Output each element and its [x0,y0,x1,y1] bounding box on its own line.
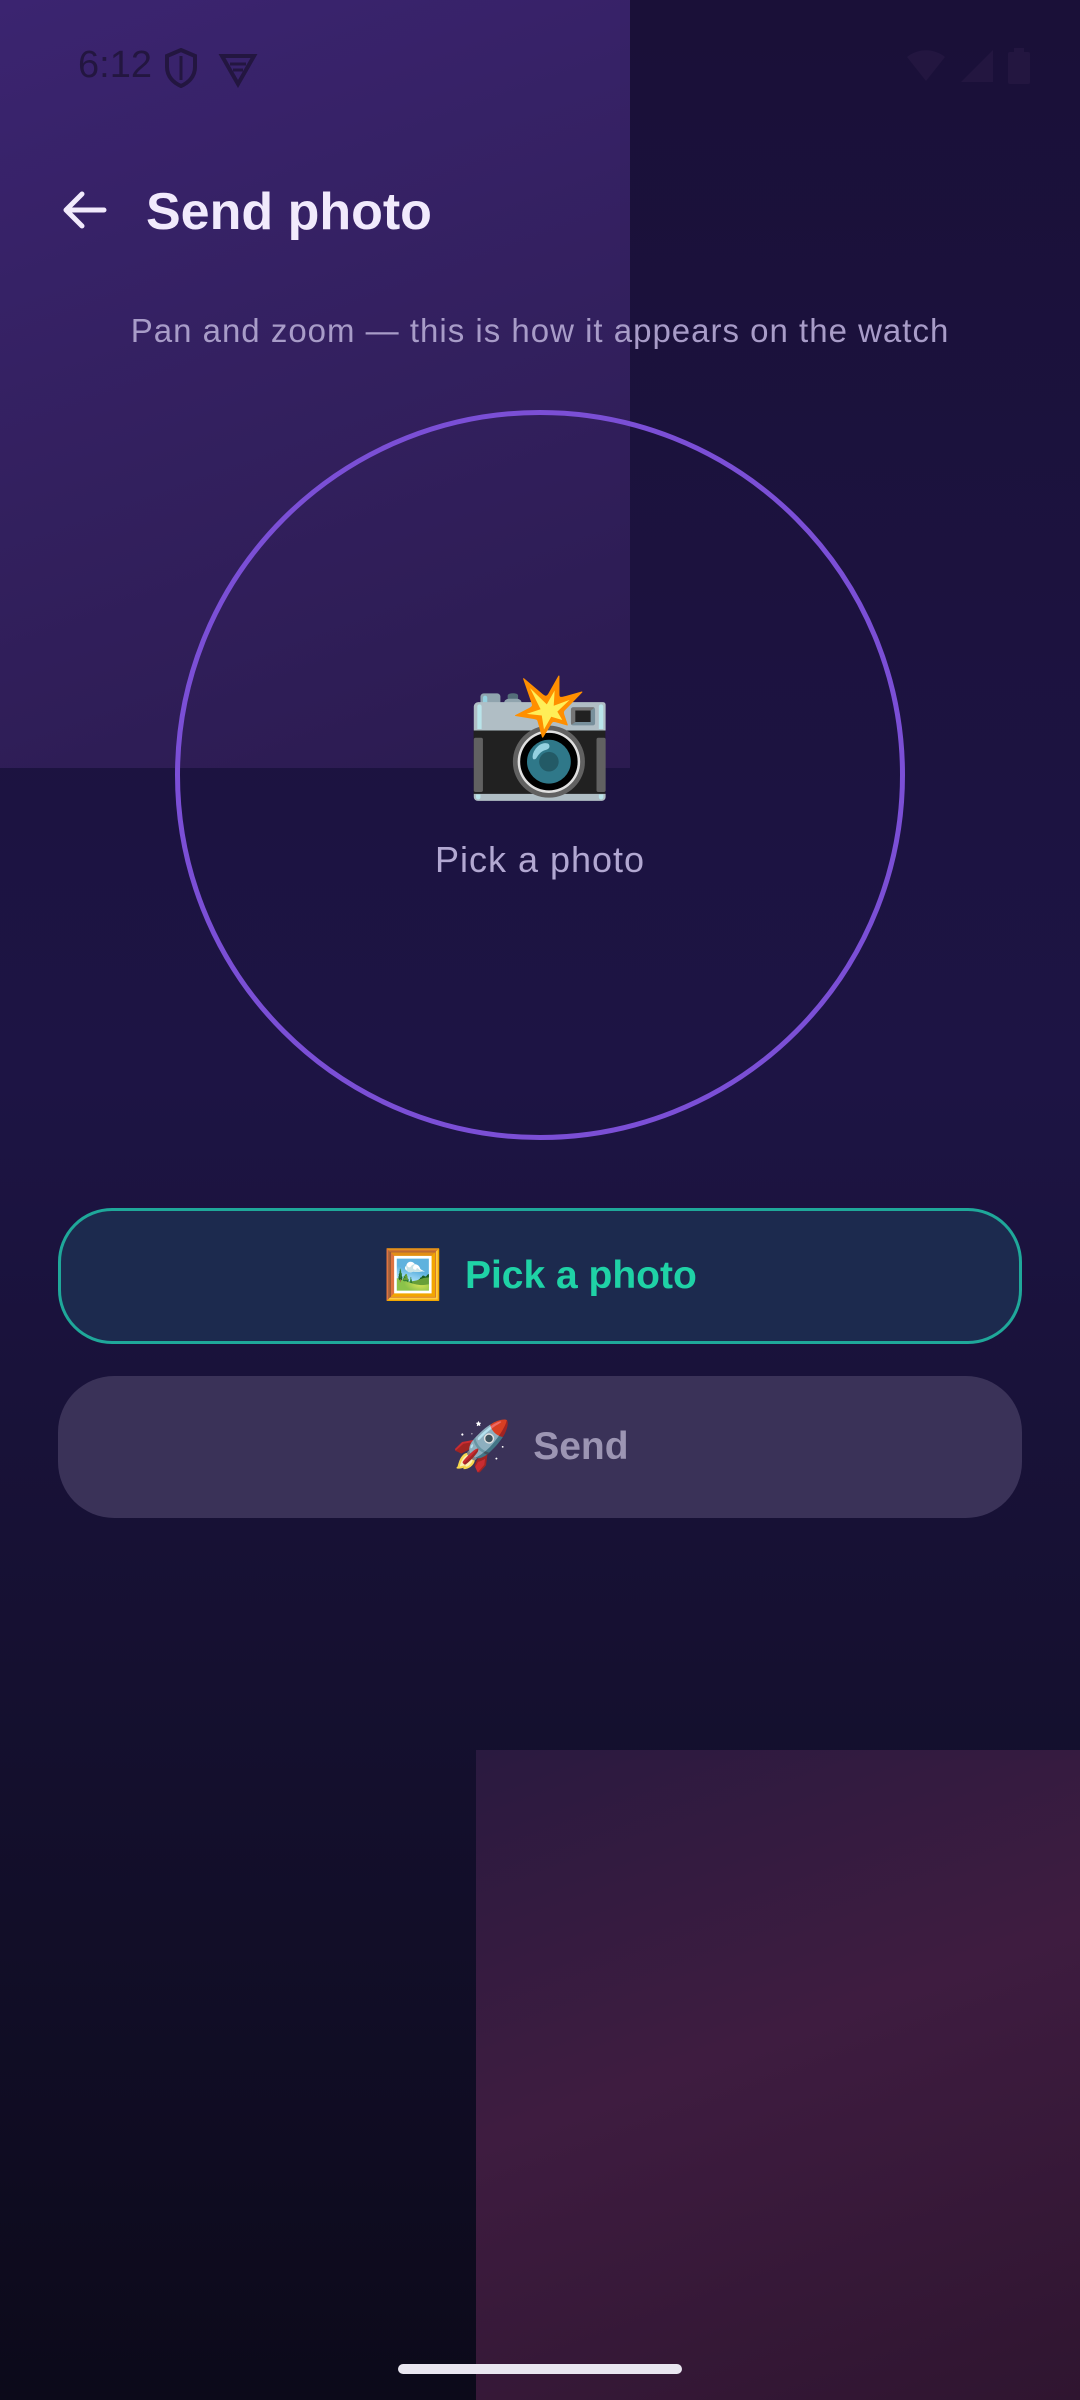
page-title: Send photo [146,183,432,241]
signal-icon [960,49,994,88]
status-icons-right [906,48,1030,89]
preview-hint: Pan and zoom — this is how it appears on… [130,312,950,349]
gesture-nav-handle[interactable] [398,2364,682,2374]
vpn-icon [218,48,258,93]
status-bar: 6:12 [0,0,1080,136]
preview-placeholder-label: Pick a photo [434,839,646,880]
battery-icon [1008,48,1030,89]
camera-flash-icon: 📸 [465,668,615,802]
rocket-icon: 🚀 [451,1420,512,1473]
status-time: 6:12 [78,44,152,86]
wifi-icon [906,49,946,88]
arrow-left-icon [60,186,108,239]
shield-icon [164,47,198,93]
pick-photo-label: Pick a photo [464,1254,697,1297]
watch-preview-circle[interactable]: 📸 Pick a photo [175,410,905,1140]
send-button[interactable]: 🚀 Send [58,1376,1022,1518]
framed-picture-icon: 🖼️ [383,1249,443,1302]
pick-photo-button[interactable]: 🖼️ Pick a photo [58,1208,1022,1344]
back-button[interactable] [52,180,116,244]
background-panel-bottom [476,1750,1080,2400]
send-label: Send [533,1425,629,1468]
app-bar: Send photo [0,160,1080,260]
